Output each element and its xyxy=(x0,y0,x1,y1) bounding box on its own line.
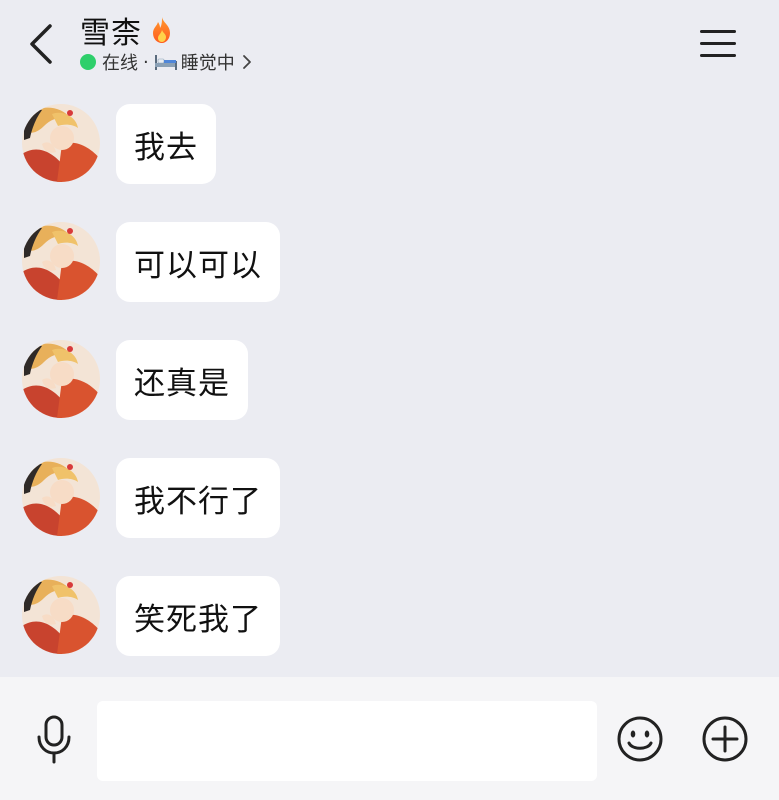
activity-status: 睡觉中 xyxy=(180,53,235,74)
title-row: 雪柰 xyxy=(80,10,253,51)
avatar-image xyxy=(22,222,100,300)
message-bubble[interactable]: 还真是 xyxy=(116,340,248,420)
fire-icon xyxy=(153,17,170,43)
online-indicator xyxy=(80,54,96,70)
chevron-right-icon xyxy=(242,55,251,69)
chat-header: 雪柰 在线 · 睡觉中 xyxy=(0,0,779,90)
input-bar xyxy=(0,677,779,800)
avatar-image xyxy=(22,104,100,182)
menu-button[interactable] xyxy=(700,26,738,60)
online-status: 在线 xyxy=(102,53,138,74)
voice-button[interactable] xyxy=(34,715,74,765)
message-row: 可以可以 xyxy=(22,222,280,302)
avatar[interactable] xyxy=(22,576,100,654)
contact-info: 雪柰 在线 · 睡觉中 xyxy=(80,10,253,74)
avatar[interactable] xyxy=(22,222,100,300)
message-row: 我去 xyxy=(22,104,216,184)
message-row: 我不行了 xyxy=(22,458,280,538)
avatar[interactable] xyxy=(22,458,100,536)
avatar[interactable] xyxy=(22,340,100,418)
avatar-image xyxy=(22,458,100,536)
bed-icon xyxy=(154,55,177,70)
status-separator: · xyxy=(143,51,149,73)
message-bubble[interactable]: 可以可以 xyxy=(116,222,280,302)
message-input[interactable] xyxy=(97,701,597,781)
microphone-icon xyxy=(37,715,71,764)
message-bubble[interactable]: 我去 xyxy=(116,104,216,184)
avatar-image xyxy=(22,340,100,418)
message-bubble[interactable]: 我不行了 xyxy=(116,458,280,538)
plus-circle-icon xyxy=(702,716,748,762)
avatar-image xyxy=(22,576,100,654)
smiley-icon xyxy=(617,716,663,762)
message-bubble[interactable]: 笑死我了 xyxy=(116,576,280,656)
message-row: 笑死我了 xyxy=(22,576,280,656)
back-button[interactable] xyxy=(22,22,62,66)
chat-screen: 雪柰 在线 · 睡觉中 我去 可以可以 还真是 我不行了 笑死我了 xyxy=(0,0,779,800)
chevron-left-icon xyxy=(30,24,52,64)
status-link[interactable]: 在线 · 睡觉中 xyxy=(80,50,253,74)
avatar[interactable] xyxy=(22,104,100,182)
message-row: 还真是 xyxy=(22,340,248,420)
more-button[interactable] xyxy=(700,714,750,764)
contact-name: 雪柰 xyxy=(80,16,142,51)
emoji-button[interactable] xyxy=(615,714,665,764)
